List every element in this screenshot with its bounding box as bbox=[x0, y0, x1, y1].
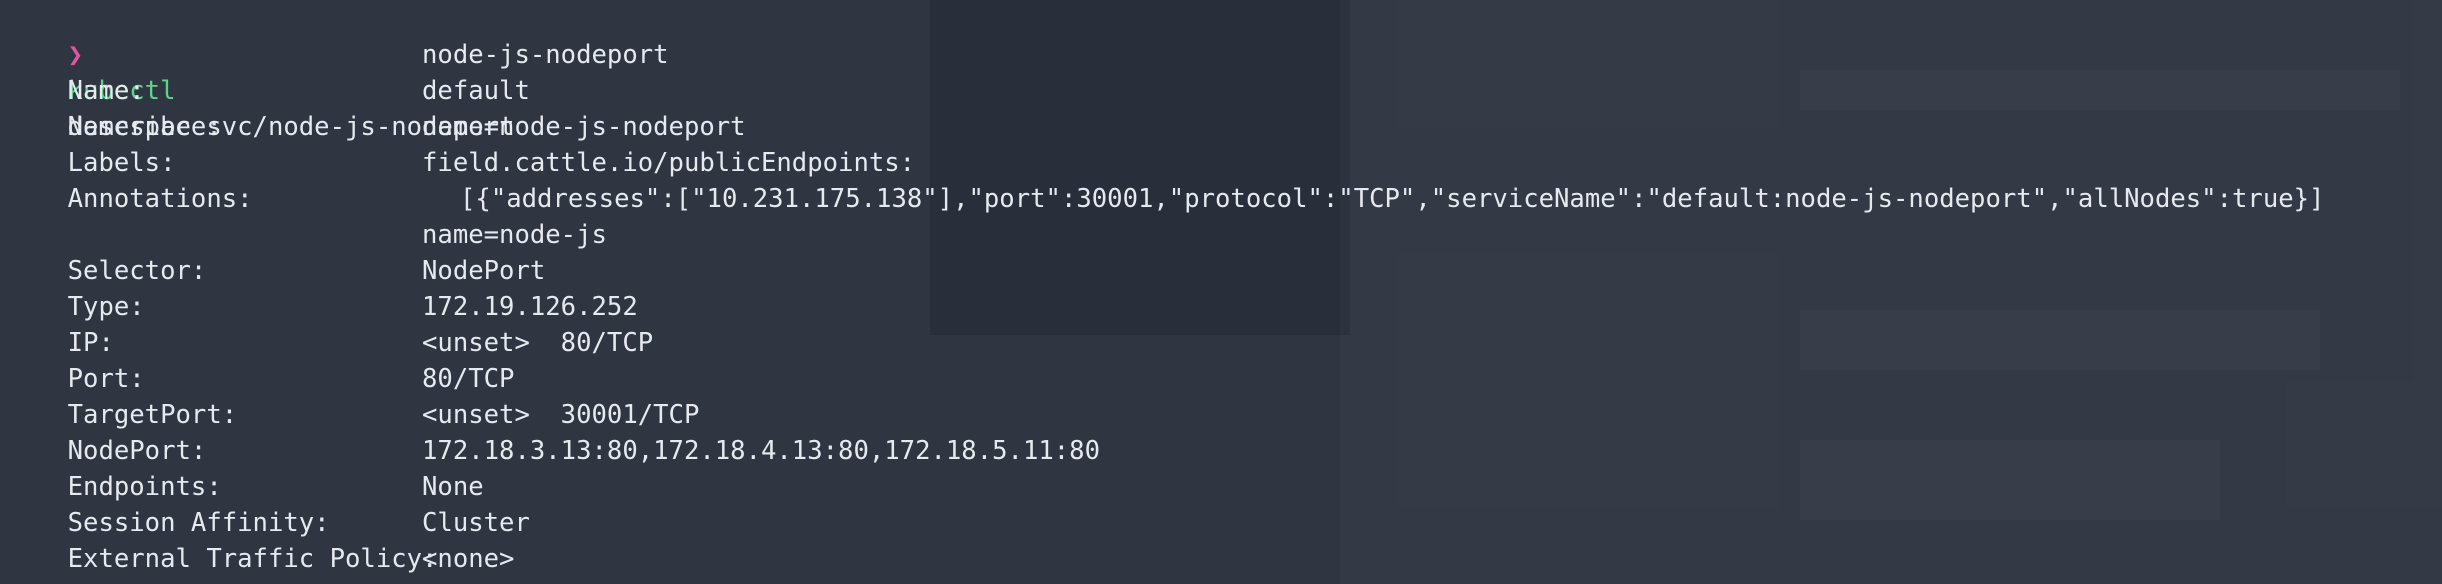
row-value: field.cattle.io/publicEndpoints: bbox=[422, 148, 916, 178]
output-row-annotations-continued: [{"addresses":["10.231.175.138"],"port":… bbox=[6, 181, 2324, 217]
output-row-port: Port: <unset> 80/TCP bbox=[6, 325, 654, 394]
output-row-nodeport: NodePort: <unset> 30001/TCP bbox=[6, 397, 700, 466]
row-value: 172.19.126.252 bbox=[422, 292, 638, 322]
output-row-ip: IP: 172.19.126.252 bbox=[6, 289, 638, 358]
output-row-namespace: Namespace: default bbox=[6, 73, 530, 142]
row-key: Events: bbox=[68, 580, 176, 584]
terminal-window[interactable]: ❯ kubectl describe svc/node-js-nodeport … bbox=[0, 0, 2442, 584]
row-key: Annotations: bbox=[67, 184, 253, 214]
output-row-targetport: TargetPort: 80/TCP bbox=[6, 361, 515, 430]
row-value: Cluster bbox=[422, 508, 530, 538]
row-value: 80/TCP bbox=[422, 364, 515, 394]
row-value: name=node-js-nodeport bbox=[422, 112, 746, 142]
output-row-selector: Selector: name=node-js bbox=[6, 217, 607, 286]
output-row-session-affinity: Session Affinity: None bbox=[6, 469, 484, 538]
output-row-name: Name: node-js-nodeport bbox=[6, 37, 669, 106]
output-row-type: Type: NodePort bbox=[6, 253, 546, 322]
row-value: None bbox=[422, 472, 484, 502]
row-value: [{"addresses":["10.231.175.138"],"port":… bbox=[460, 184, 2325, 214]
row-value: <unset> 80/TCP bbox=[422, 328, 654, 358]
row-value: node-js-nodeport bbox=[422, 40, 669, 70]
output-row-annotations: Annotations: field.cattle.io/publicEndpo… bbox=[6, 145, 915, 214]
row-value: <none> bbox=[422, 544, 515, 574]
row-value: 172.18.3.13:80,172.18.4.13:80,172.18.5.1… bbox=[422, 436, 1100, 466]
command-prompt-line: ❯ kubectl describe svc/node-js-nodeport bbox=[6, 1, 515, 142]
output-row-endpoints: Endpoints: 172.18.3.13:80,172.18.4.13:80… bbox=[6, 433, 1100, 502]
output-row-events: Events: <none> bbox=[6, 541, 515, 584]
row-value: <unset> 30001/TCP bbox=[422, 400, 700, 430]
row-value: NodePort bbox=[422, 256, 546, 286]
output-row-labels: Labels: name=node-js-nodeport bbox=[6, 109, 746, 178]
row-value: default bbox=[422, 76, 530, 106]
output-row-external-traffic-policy: External Traffic Policy: Cluster bbox=[6, 505, 530, 574]
row-value: name=node-js bbox=[422, 220, 607, 250]
